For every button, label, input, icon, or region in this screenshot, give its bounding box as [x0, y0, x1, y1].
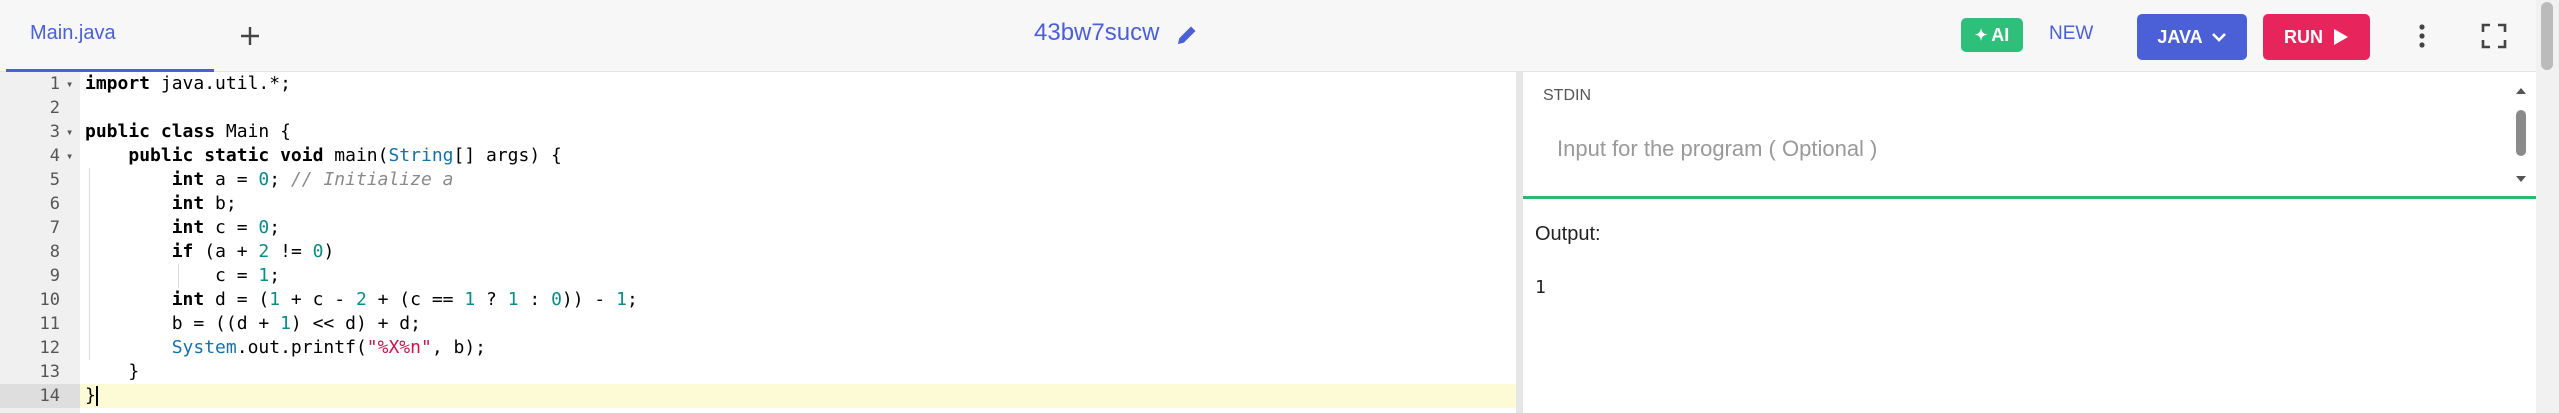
- code-line[interactable]: 8 if (a + 2 != 0): [0, 240, 1516, 264]
- output-label: Output:: [1535, 223, 1601, 245]
- run-button[interactable]: RUN: [2263, 14, 2370, 60]
- more-options-icon[interactable]: [2406, 20, 2438, 52]
- code-line[interactable]: 11 b = ((d + 1) << d) + d;: [0, 312, 1516, 336]
- code-line[interactable]: 13 }: [0, 360, 1516, 384]
- output-text: 1: [1535, 277, 1546, 298]
- line-number: 8: [49, 242, 60, 262]
- new-button[interactable]: NEW: [2049, 23, 2093, 45]
- fold-arrow-icon[interactable]: ▾: [66, 144, 73, 168]
- file-tab-main-java[interactable]: Main.java: [6, 0, 214, 72]
- pane-resize-divider[interactable]: [1516, 72, 1523, 413]
- fullscreen-icon[interactable]: [2478, 20, 2510, 52]
- page-scrollbar-thumb[interactable]: [2541, 2, 2553, 70]
- language-label: JAVA: [2157, 26, 2203, 47]
- stdin-input[interactable]: [1557, 136, 2457, 162]
- line-number: 2: [49, 98, 60, 118]
- run-button-label: RUN: [2284, 26, 2323, 47]
- line-number: 5: [49, 170, 60, 190]
- code-line[interactable]: 1 ▾ import java.util.*;: [0, 72, 1516, 96]
- stdin-underline: [1523, 196, 2536, 199]
- io-panel: STDIN Output: 1: [1523, 72, 2536, 413]
- code-line[interactable]: 7 int c = 0;: [0, 216, 1516, 240]
- line-number: 11: [39, 314, 60, 334]
- fold-arrow-icon[interactable]: ▾: [66, 72, 73, 96]
- code-line[interactable]: 5 int a = 0; // Initialize a: [0, 168, 1516, 192]
- stdin-scrollbar[interactable]: [2508, 72, 2534, 198]
- line-number: 13: [39, 362, 60, 382]
- line-number: 6: [49, 194, 60, 214]
- code-line[interactable]: 6 int b;: [0, 192, 1516, 216]
- ai-button[interactable]: ✦ AI: [1961, 18, 2023, 52]
- play-icon: [2334, 29, 2348, 45]
- code-line[interactable]: 10 int d = (1 + c - 2 + (c == 1 ? 1 : 0)…: [0, 288, 1516, 312]
- project-name[interactable]: 43bw7sucw: [1034, 19, 1159, 47]
- top-toolbar: Main.java 43bw7sucw ✦ AI NEW JAVA RUN: [0, 0, 2536, 72]
- page-scrollbar[interactable]: [2536, 0, 2559, 413]
- line-number: 12: [39, 338, 60, 358]
- code-line-active[interactable]: 14 }: [0, 384, 1516, 408]
- line-number: 4: [49, 146, 60, 166]
- line-number: 1: [49, 74, 60, 94]
- add-file-icon[interactable]: [232, 18, 268, 54]
- chevron-down-icon: [2211, 33, 2226, 42]
- code-editor[interactable]: 1 ▾ import java.util.*; 2 3 ▾ public class…: [0, 72, 1516, 413]
- text-cursor: [95, 386, 98, 406]
- code-line[interactable]: 9 c = 1;: [0, 264, 1516, 288]
- pencil-edit-icon[interactable]: [1172, 20, 1202, 50]
- line-number: 14: [39, 386, 60, 406]
- line-number: 3: [49, 122, 60, 142]
- code-line[interactable]: 2: [0, 96, 1516, 120]
- sparkle-icon: ✦: [1974, 27, 1988, 44]
- fold-arrow-icon[interactable]: ▾: [66, 120, 73, 144]
- code-line[interactable]: 12 System.out.printf("%X%n", b);: [0, 336, 1516, 360]
- line-number: 7: [49, 218, 60, 238]
- file-tab-label: Main.java: [30, 22, 116, 44]
- ai-button-label: AI: [1991, 24, 2010, 45]
- language-select-button[interactable]: JAVA: [2137, 14, 2247, 60]
- line-number: 10: [39, 290, 60, 310]
- code-line[interactable]: 3 ▾ public class Main {: [0, 120, 1516, 144]
- code-line[interactable]: 4 ▾ public static void main(String[] args…: [0, 144, 1516, 168]
- line-number: 9: [49, 266, 60, 286]
- stdin-label: STDIN: [1543, 87, 1591, 104]
